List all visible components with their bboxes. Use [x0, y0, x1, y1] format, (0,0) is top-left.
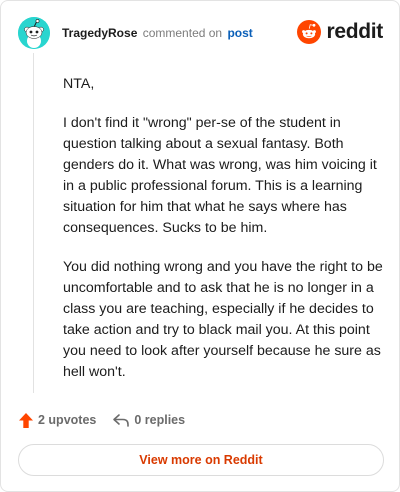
comment-paragraph: You did nothing wrong and you have the r…	[63, 259, 383, 380]
reddit-comment-embed: TragedyRose commented on post reddit NTA…	[0, 0, 400, 492]
reply-arrow-icon[interactable]	[112, 412, 130, 428]
reddit-logo-icon	[297, 20, 322, 44]
comment-header: TragedyRose commented on post reddit	[18, 15, 383, 53]
thread-line	[33, 53, 34, 393]
comment-actions: 2 upvotes 0 replies	[18, 410, 185, 430]
username-link[interactable]: TragedyRose	[62, 26, 137, 40]
reddit-brand[interactable]: reddit	[297, 19, 383, 45]
comment-paragraph: NTA,	[63, 76, 95, 92]
upvote-arrow-icon[interactable]	[18, 412, 34, 429]
reddit-wordmark: reddit	[326, 20, 383, 43]
upvotes-count: 2 upvotes	[38, 413, 97, 427]
reply-group[interactable]: 0 replies	[112, 412, 185, 428]
snoo-avatar-icon[interactable]	[18, 17, 50, 49]
replies-count: 0 replies	[134, 413, 186, 427]
comment-paragraph: I don't find it "wrong" per-se of the st…	[63, 115, 377, 236]
comment-body: NTA, I don't find it "wrong" per-se of t…	[63, 74, 385, 401]
comment-action-text: commented on	[142, 26, 223, 40]
comment-meta: TragedyRose commented on post	[62, 26, 253, 40]
view-more-button[interactable]: View more on Reddit	[18, 444, 384, 476]
post-link[interactable]: post	[227, 26, 252, 40]
upvote-group[interactable]: 2 upvotes	[18, 412, 96, 429]
